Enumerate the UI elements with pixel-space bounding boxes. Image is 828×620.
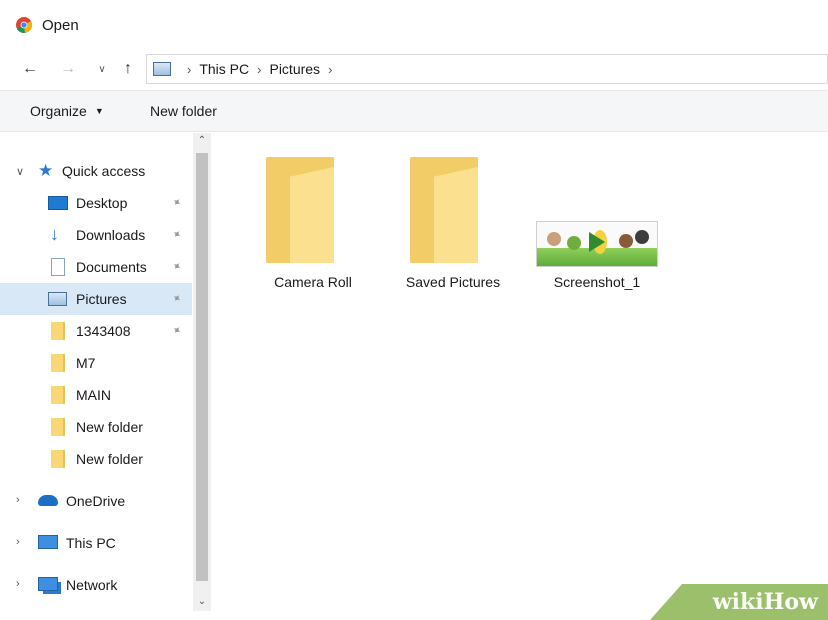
- pictures-location-icon: [153, 62, 171, 76]
- sidebar-item-label: Downloads: [76, 227, 146, 243]
- scroll-up-icon[interactable]: ⌃: [193, 135, 211, 146]
- sidebar-item-label: Documents: [76, 259, 147, 275]
- folder-icon: [51, 386, 65, 404]
- new-folder-button[interactable]: New folder: [150, 103, 217, 119]
- sidebar-item-onedrive[interactable]: › OneDrive: [0, 485, 192, 517]
- sidebar-item-label: Pictures: [76, 291, 127, 307]
- sidebar-item-label: 1343408: [76, 323, 131, 339]
- caret-down-icon: ▼: [94, 106, 104, 116]
- sidebar-item-main[interactable]: MAIN: [0, 379, 192, 411]
- sidebar-item-label: Quick access: [62, 163, 146, 179]
- window-title: Open: [42, 16, 79, 34]
- pin-icon[interactable]: ✦: [169, 259, 184, 274]
- file-name: Saved Pictures: [405, 274, 501, 290]
- sidebar-item-1343408[interactable]: 1343408 ✦: [0, 315, 192, 347]
- network-icon: [38, 577, 58, 591]
- sidebar-item-pictures[interactable]: Pictures ✦: [0, 283, 192, 315]
- watermark-how: How: [763, 589, 818, 615]
- file-name: Camera Roll: [274, 274, 352, 290]
- star-icon: ★: [38, 161, 54, 180]
- file-item-saved-pictures[interactable]: Saved Pictures: [388, 157, 518, 297]
- sidebar-item-new-folder[interactable]: New folder: [0, 411, 192, 443]
- arrow-left-icon[interactable]: ←: [18, 57, 42, 81]
- sidebar-item-label: Desktop: [76, 195, 128, 211]
- pin-icon[interactable]: ✦: [169, 323, 184, 338]
- breadcrumb-separator: ›: [187, 61, 192, 77]
- title-bar: Open: [0, 0, 828, 50]
- sidebar-item-label: Network: [66, 577, 118, 593]
- download-icon: ↓: [50, 224, 59, 244]
- organize-button[interactable]: Organize ▼: [30, 103, 104, 119]
- folder-icon: [410, 157, 478, 263]
- navigation-bar: ← → ∨ ↑ › This PC › Pictures ›: [0, 50, 828, 88]
- sidebar-item-label: MAIN: [76, 387, 111, 403]
- sidebar-item-new-folder-2[interactable]: New folder: [0, 443, 192, 475]
- pin-icon[interactable]: ✦: [169, 227, 184, 242]
- chevron-right-icon[interactable]: ›: [16, 536, 20, 548]
- file-list: Camera Roll Saved Pictures Screenshot_1: [214, 133, 828, 611]
- command-toolbar: Organize ▼ New folder: [0, 90, 828, 132]
- pin-icon[interactable]: ✦: [169, 291, 184, 306]
- folder-icon: [51, 322, 65, 340]
- pictures-icon: [48, 292, 67, 306]
- folder-icon: [51, 418, 65, 436]
- address-bar[interactable]: › This PC › Pictures ›: [146, 54, 828, 84]
- scroll-down-icon[interactable]: ⌄: [193, 596, 211, 607]
- sidebar-item-downloads[interactable]: ↓ Downloads ✦: [0, 219, 192, 251]
- sidebar-item-quick-access[interactable]: ∨ ★ Quick access: [0, 155, 192, 187]
- file-name: Screenshot_1: [553, 274, 641, 290]
- chrome-icon: [16, 17, 32, 33]
- chevron-down-icon[interactable]: ∨: [90, 57, 114, 81]
- sidebar-item-label: M7: [76, 355, 96, 371]
- chevron-down-icon[interactable]: ∨: [16, 165, 24, 178]
- arrow-up-icon[interactable]: ↑: [116, 57, 140, 81]
- sidebar-item-label: OneDrive: [66, 493, 126, 509]
- documents-icon: [51, 258, 65, 276]
- chevron-right-icon[interactable]: ›: [16, 578, 20, 590]
- sidebar-item-m7[interactable]: M7: [0, 347, 192, 379]
- chevron-right-icon[interactable]: ›: [16, 494, 20, 506]
- scroll-thumb[interactable]: [196, 153, 208, 581]
- folder-icon: [51, 354, 65, 372]
- sidebar-item-label: This PC: [66, 535, 116, 551]
- sidebar-item-documents[interactable]: Documents ✦: [0, 251, 192, 283]
- watermark-wiki: wiki: [712, 589, 764, 615]
- sidebar-item-network[interactable]: › Network: [0, 569, 192, 601]
- breadcrumb-pictures[interactable]: Pictures: [269, 61, 320, 77]
- organize-label: Organize: [30, 103, 87, 119]
- folder-icon: [51, 450, 65, 468]
- sidebar-item-desktop[interactable]: Desktop ✦: [0, 187, 192, 219]
- breadcrumb-separator[interactable]: ›: [257, 62, 261, 77]
- breadcrumb-this-pc[interactable]: This PC: [199, 61, 249, 77]
- sidebar-item-this-pc[interactable]: › This PC: [0, 527, 192, 559]
- sidebar-scrollbar[interactable]: ⌃ ⌄: [193, 133, 211, 611]
- breadcrumb-separator[interactable]: ›: [328, 62, 332, 77]
- navigation-pane: ∨ ★ Quick access Desktop ✦ ↓ Downloads ✦…: [0, 133, 212, 611]
- image-thumbnail[interactable]: [536, 221, 658, 267]
- sidebar-item-label: New folder: [76, 451, 143, 467]
- folder-icon: [266, 157, 334, 263]
- this-pc-icon: [38, 535, 58, 549]
- file-item-camera-roll[interactable]: Camera Roll: [248, 157, 378, 297]
- sidebar-item-label: New folder: [76, 419, 143, 435]
- pin-icon[interactable]: ✦: [169, 195, 184, 210]
- desktop-icon: [48, 196, 68, 210]
- arrow-right-icon[interactable]: →: [56, 57, 80, 81]
- onedrive-icon: [38, 495, 58, 506]
